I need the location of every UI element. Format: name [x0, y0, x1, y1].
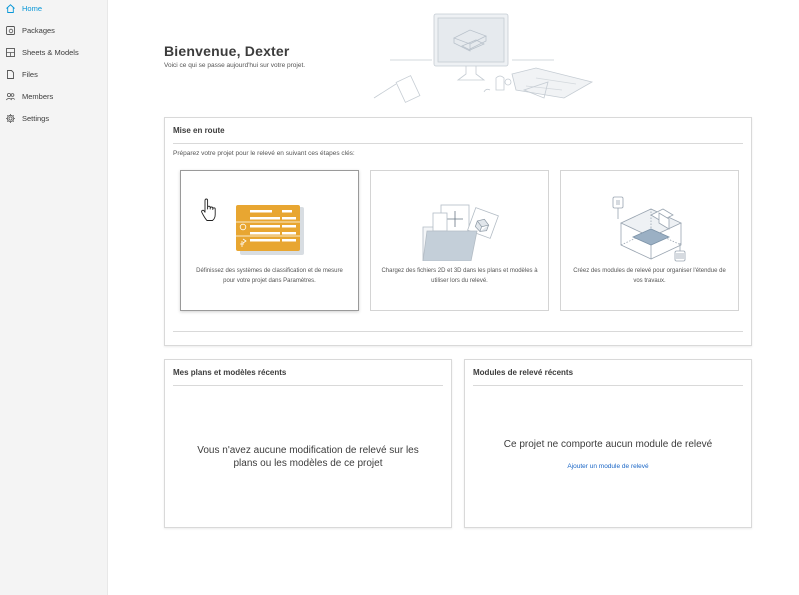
home-icon: [5, 3, 16, 14]
page-title: Bienvenue, Dexter: [164, 43, 290, 59]
sidebar-nav: Home Packages Sheets & Models Files Memb…: [0, 0, 107, 129]
recent-plans-title: Mes plans et modèles récents: [173, 368, 287, 377]
sidebar: Home Packages Sheets & Models Files Memb…: [0, 0, 108, 595]
divider: [473, 385, 743, 386]
tile-classification-text: Définissez des systèmes de classificatio…: [196, 268, 343, 284]
recent-modules-title: Modules de relevé récents: [473, 368, 574, 377]
hand-cursor-icon: [201, 198, 216, 221]
sidebar-item-home[interactable]: Home: [0, 0, 107, 19]
divider: [173, 385, 443, 386]
sidebar-item-files[interactable]: Files: [0, 63, 107, 85]
classification-icon: [236, 205, 304, 255]
sidebar-item-label: Files: [22, 69, 38, 79]
tile-classification[interactable]: Définissez des systèmes de classificatio…: [180, 170, 359, 311]
page-subtitle: Voici ce qui se passe aujourd'hui sur vo…: [164, 62, 306, 69]
gear-icon: [5, 113, 16, 124]
sidebar-item-label: Home: [22, 3, 43, 13]
packages-icon: [5, 25, 16, 36]
divider: [173, 331, 743, 332]
members-icon: [5, 91, 16, 102]
sidebar-item-sheets-models[interactable]: Sheets & Models: [0, 41, 107, 63]
file-icon: [5, 69, 16, 80]
takeoff-package-icon: [612, 196, 686, 262]
tile-upload-files-text: Chargez des fichiers 2D et 3D dans les p…: [381, 268, 538, 284]
sheets-models-icon: [5, 47, 16, 58]
main-content: Bienvenue, Dexter Voici ce qui se passe …: [108, 0, 799, 595]
divider: [173, 143, 743, 144]
workspace-illustration: [373, 13, 594, 103]
tile-upload-files[interactable]: Chargez des fichiers 2D et 3D dans les p…: [370, 170, 549, 311]
getting-started-intro: Préparez votre projet pour le relevé en …: [173, 150, 355, 157]
tile-takeoff-packages-text: Créez des modules de relevé pour organis…: [573, 268, 726, 284]
recent-plans-empty-message: Vous n'avez aucune modification de relev…: [197, 445, 419, 469]
getting-started-card: Mise en route Préparez votre projet pour…: [164, 117, 752, 346]
sidebar-item-packages[interactable]: Packages: [0, 19, 107, 41]
sidebar-item-label: Settings: [22, 113, 50, 123]
sidebar-item-label: Packages: [22, 25, 55, 35]
recent-modules-card: Modules de relevé récents Ce projet ne c…: [464, 359, 752, 528]
sidebar-item-settings[interactable]: Settings: [0, 107, 107, 129]
tile-takeoff-packages[interactable]: Créez des modules de relevé pour organis…: [560, 170, 739, 311]
sidebar-item-members[interactable]: Members: [0, 85, 107, 107]
recent-modules-empty-message: Ce projet ne comporte aucun module de re…: [503, 439, 713, 450]
sidebar-item-label: Members: [22, 91, 54, 101]
sidebar-item-label: Sheets & Models: [22, 47, 79, 57]
upload-files-icon: [422, 204, 499, 261]
recent-plans-card: Mes plans et modèles récents Vous n'avez…: [164, 359, 452, 528]
getting-started-title: Mise en route: [173, 126, 225, 135]
add-module-link[interactable]: Ajouter un module de relevé: [465, 463, 751, 470]
